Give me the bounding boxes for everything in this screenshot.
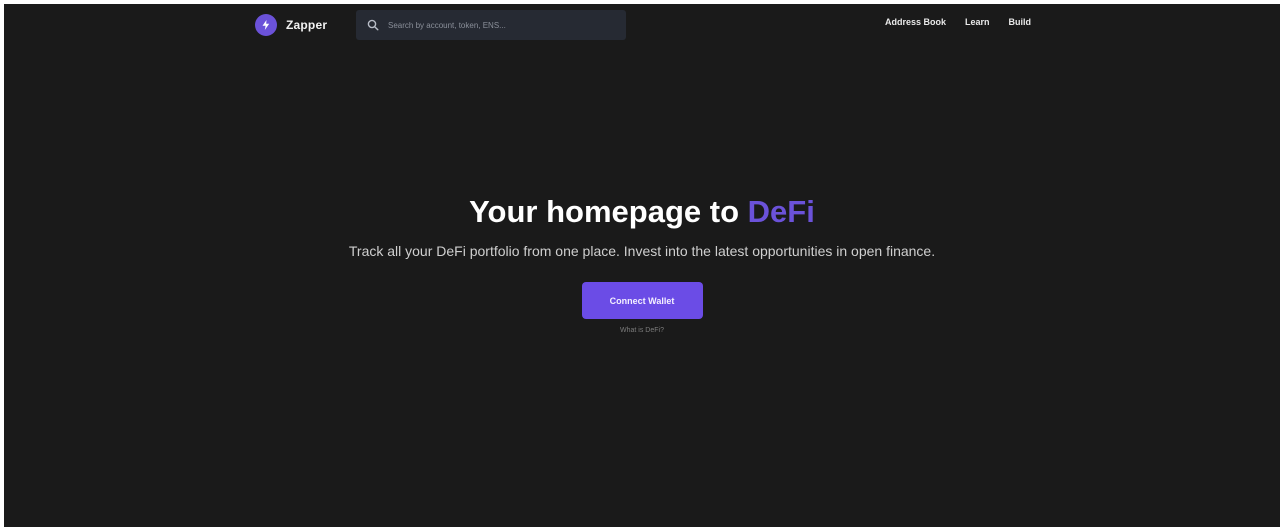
nav-build[interactable]: Build: [1009, 17, 1032, 27]
hero-section: Your homepage to DeFi Track all your DeF…: [4, 192, 1280, 337]
brand-home-link[interactable]: Zapper: [255, 12, 327, 38]
connect-wallet-button[interactable]: Connect Wallet: [581, 282, 703, 319]
search-bar[interactable]: [356, 10, 626, 40]
app-window: Zapper Address Book Learn Build Your hom…: [4, 4, 1280, 527]
main-nav: Address Book Learn Build: [866, 17, 1031, 27]
top-navigation-bar: Zapper Address Book Learn Build: [4, 4, 1280, 44]
zapper-logo-icon: [255, 14, 277, 36]
brand-name: Zapper: [286, 18, 328, 32]
search-icon: [366, 18, 380, 32]
nav-address-book[interactable]: Address Book: [885, 17, 946, 27]
hero-title-accent: DeFi: [747, 194, 815, 229]
nav-learn[interactable]: Learn: [965, 17, 990, 27]
what-is-defi-link[interactable]: What is DeFi?: [620, 327, 664, 334]
hero-title: Your homepage to DeFi: [4, 192, 1280, 232]
search-input[interactable]: [388, 15, 618, 35]
hero-title-prefix: Your homepage to: [469, 194, 739, 229]
hero-subtitle: Track all your DeFi portfolio from one p…: [348, 243, 936, 259]
